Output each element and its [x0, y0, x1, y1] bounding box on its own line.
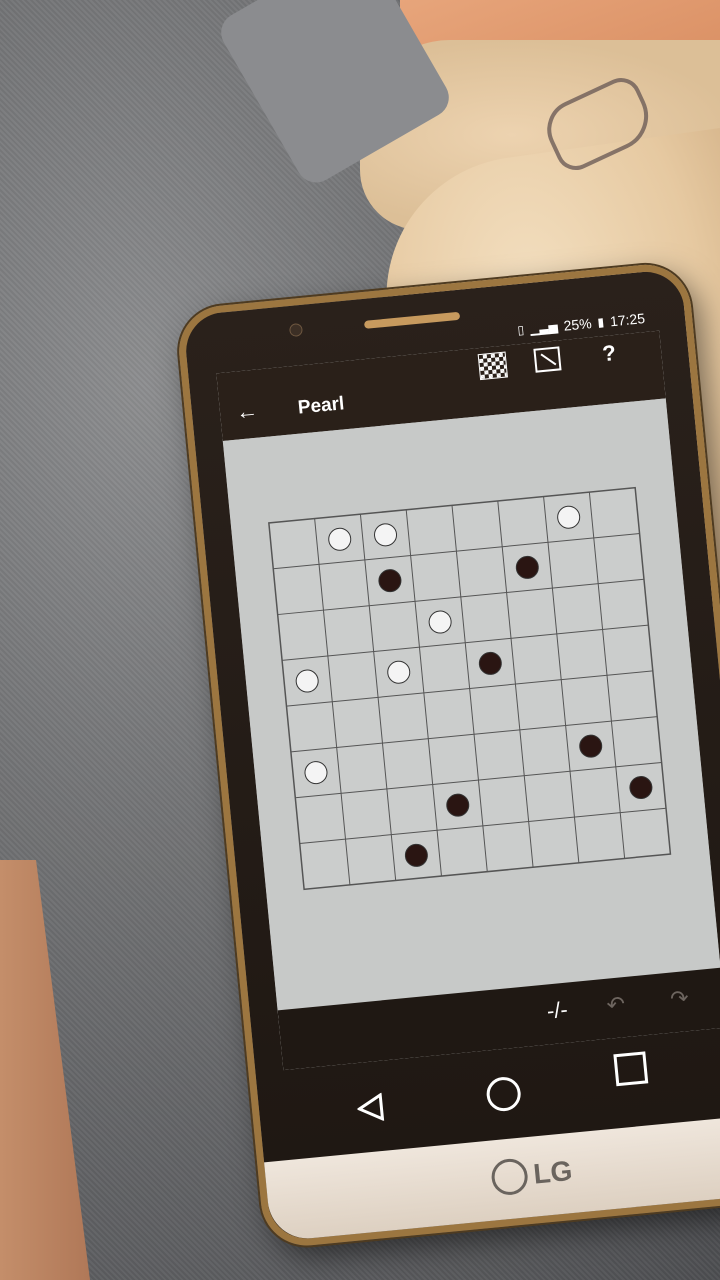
brand-text: LG	[531, 1154, 574, 1190]
lg-circle-icon	[489, 1157, 530, 1197]
arrow-left-icon[interactable]: ←	[235, 398, 259, 425]
resize-icon[interactable]	[533, 346, 562, 373]
vibrate-icon: ▯	[516, 322, 525, 338]
line-tool-icon[interactable]: -/-	[546, 997, 569, 1024]
front-camera	[288, 322, 304, 338]
checkerboard-icon[interactable]	[477, 351, 508, 381]
signal-icon: ▁▃▅	[529, 319, 559, 337]
nav-home-icon[interactable]	[485, 1075, 523, 1113]
clock: 17:25	[609, 310, 646, 330]
battery-icon: ▮	[596, 314, 605, 330]
brand-logo: LG	[489, 1153, 574, 1197]
nav-recent-icon[interactable]	[613, 1051, 649, 1087]
puzzle-area	[222, 398, 720, 1019]
help-icon[interactable]: ?	[595, 340, 623, 366]
nav-back-icon[interactable]	[356, 1092, 385, 1123]
smartphone: ▯ ▁▃▅ 25% ▮ 17:25 ← Pearl ? -/- ↶ ↷ LG	[175, 260, 720, 1250]
undo-icon[interactable]: ↶	[605, 991, 626, 1018]
page-title: Pearl	[296, 393, 346, 419]
app-screen: ← Pearl ? -/- ↶ ↷	[216, 330, 720, 1071]
pearl-grid[interactable]	[262, 481, 677, 896]
photo-scene: ▯ ▁▃▅ 25% ▮ 17:25 ← Pearl ? -/- ↶ ↷ LG	[0, 0, 720, 1280]
battery-level: 25%	[562, 315, 593, 334]
redo-icon[interactable]: ↷	[669, 985, 690, 1012]
